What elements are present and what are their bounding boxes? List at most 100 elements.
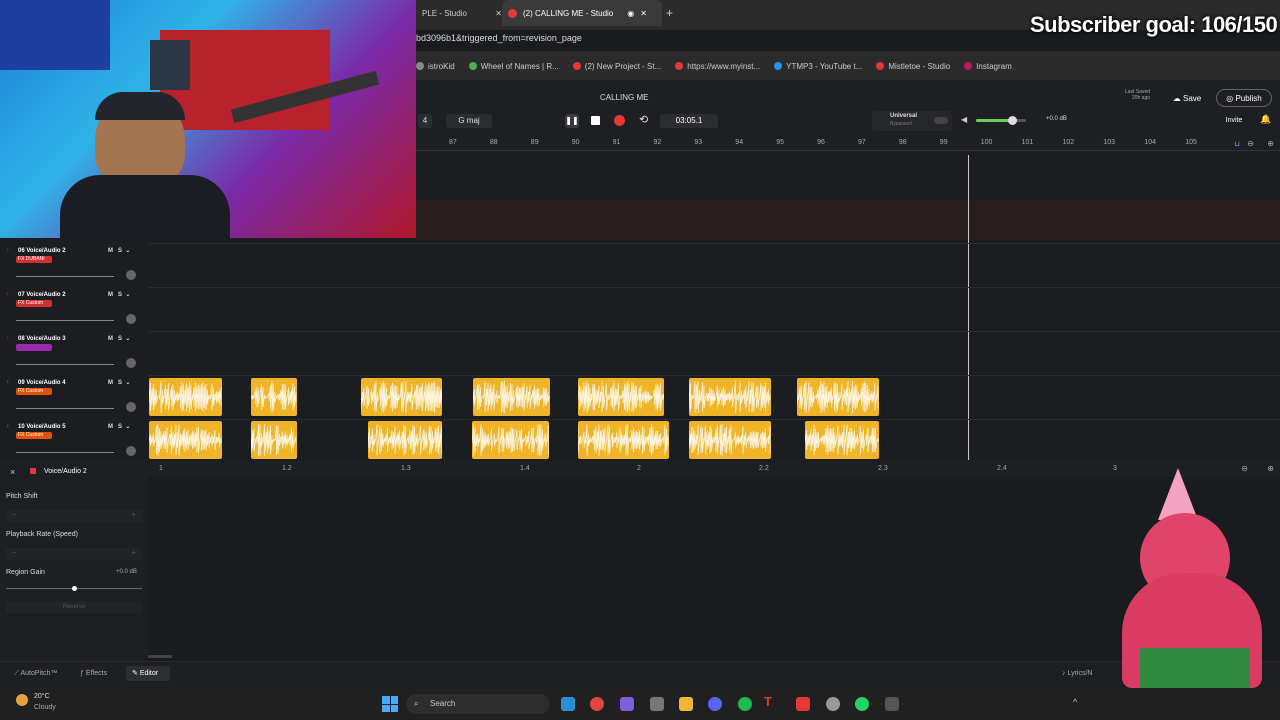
tab-editor[interactable]: ✎ Editor	[126, 666, 170, 681]
zoom-in-icon[interactable]: ⊕	[1267, 139, 1274, 148]
chevron-down-icon[interactable]: ⌄	[125, 336, 130, 342]
timeline-ruler[interactable]: ⊔ ⊖ ⊕ 87 88 89 90 91 92 93 94 95 96 97 98 99 100 101 10…	[416, 137, 1280, 151]
audio-clip[interactable]	[472, 421, 549, 459]
slider-thumb[interactable]	[72, 586, 77, 591]
whatsapp-icon[interactable]	[855, 697, 869, 711]
plugin-toggle[interactable]	[934, 117, 948, 124]
browser-tab[interactable]: PLE - Studio ✕	[416, 0, 508, 26]
stop-button[interactable]	[591, 116, 600, 125]
mute-solo-buttons[interactable]: M S ⌄	[108, 291, 130, 298]
plugin-slot[interactable]: Universal Bypassed	[872, 111, 952, 131]
audio-clip[interactable]	[578, 378, 664, 416]
chevron-down-icon[interactable]: ⌄	[125, 380, 130, 386]
bookmark-item[interactable]: YTMP3 - YouTube t...	[774, 62, 862, 71]
playhead[interactable]	[968, 155, 969, 460]
horizontal-scrollbar[interactable]	[148, 655, 172, 658]
solo-button[interactable]: S	[118, 248, 122, 254]
audio-clip[interactable]	[149, 378, 222, 416]
save-button[interactable]: ☁ Save	[1164, 89, 1210, 107]
audio-clip[interactable]	[251, 378, 297, 416]
text-app-icon[interactable]: T	[764, 694, 778, 709]
close-icon[interactable]: ×	[10, 467, 15, 477]
pause-button[interactable]: ❚❚	[565, 114, 579, 128]
solo-button[interactable]: S	[118, 424, 122, 430]
mute-solo-buttons[interactable]: M S ⌄	[108, 379, 130, 386]
bookmark-item[interactable]: (2) New Project - St...	[572, 62, 661, 71]
track-fx-badge[interactable]: FX Custom	[16, 388, 52, 395]
track-fx-badge[interactable]: FX Custom	[16, 432, 52, 439]
tray-chevron-up-icon[interactable]: ^	[1073, 697, 1077, 707]
audio-clip[interactable]	[368, 421, 442, 459]
bookmark-item[interactable]: Mistletoe - Studio	[876, 62, 950, 71]
chevron-down-icon[interactable]: ⌄	[125, 292, 130, 298]
bookmark-item[interactable]: istroKid	[416, 62, 455, 71]
mute-button[interactable]: M	[108, 424, 113, 430]
snap-icon[interactable]: ⊔	[1235, 140, 1240, 148]
audio-clip[interactable]	[805, 421, 879, 459]
audio-clip[interactable]	[361, 378, 442, 416]
taskbar-search[interactable]: ⌕ Search	[406, 694, 550, 714]
tab-close-icon[interactable]: ✕	[495, 9, 502, 18]
track-pan-knob[interactable]	[126, 270, 136, 280]
volume-thumb[interactable]	[1008, 116, 1017, 125]
mute-solo-buttons[interactable]: M S ⌄	[108, 247, 130, 254]
track-volume-slider[interactable]	[16, 364, 114, 365]
solo-button[interactable]: S	[118, 336, 122, 342]
settings-gear-icon[interactable]	[650, 697, 664, 711]
track-header[interactable]: ♪ 09 Voice/Audio 4 FX Custom M S ⌄	[0, 376, 148, 420]
bookmark-item[interactable]: Wheel of Names | R...	[468, 62, 559, 71]
mute-solo-buttons[interactable]: M S ⌄	[108, 335, 130, 342]
tab-close-icon[interactable]: ✕	[640, 9, 647, 18]
mute-button[interactable]: M	[108, 248, 113, 254]
plus-icon[interactable]: +	[131, 548, 136, 557]
spotify-icon[interactable]	[738, 697, 752, 711]
track-pan-knob[interactable]	[126, 314, 136, 324]
mute-button[interactable]: M	[108, 336, 113, 342]
copilot-icon[interactable]	[620, 697, 634, 711]
tab-autopitch[interactable]: ⟋ AutoPitch™	[14, 670, 57, 678]
chevron-down-icon[interactable]: ⌄	[125, 424, 130, 430]
audio-clip[interactable]	[689, 378, 771, 416]
file-explorer-icon[interactable]	[679, 697, 693, 711]
app-icon[interactable]	[885, 697, 899, 711]
solo-button[interactable]: S	[118, 380, 122, 386]
windows-start-icon[interactable]	[382, 696, 398, 712]
audio-clip[interactable]	[149, 421, 222, 459]
solo-button[interactable]: S	[118, 292, 122, 298]
tab-lyrics[interactable]: ♪ Lyrics/N	[1062, 670, 1092, 677]
invite-button[interactable]: Invite	[1218, 112, 1250, 128]
new-tab-button[interactable]: +	[666, 6, 673, 20]
track-fx-badge[interactable]: FX Custom	[16, 300, 52, 307]
browser-tab-active[interactable]: (2) CALLING ME - Studio ◉ ✕	[502, 0, 662, 26]
minus-icon[interactable]: −	[12, 510, 17, 519]
mute-solo-buttons[interactable]: M S ⌄	[108, 423, 130, 430]
pitch-shift-stepper[interactable]: − +	[6, 510, 142, 522]
playback-rate-stepper[interactable]: − +	[6, 548, 142, 560]
audio-clip[interactable]	[797, 378, 879, 416]
time-signature[interactable]: 4	[418, 114, 432, 128]
track-volume-slider[interactable]	[16, 408, 114, 409]
bookmark-item[interactable]: Instagram	[964, 62, 1012, 71]
loop-button[interactable]: ⟲	[639, 113, 648, 126]
chevron-down-icon[interactable]: ⌄	[125, 248, 130, 254]
discord-icon[interactable]	[708, 697, 722, 711]
track-header[interactable]: ♪ 08 Voice/Audio 3 M S ⌄	[0, 332, 148, 376]
track-pan-knob[interactable]	[126, 358, 136, 368]
chrome-icon[interactable]	[590, 697, 604, 711]
track-header[interactable]: ♪ 06 Voice/Audio 2 FX DUBANI M S ⌄	[0, 244, 148, 288]
tab-effects[interactable]: ƒ Effects	[80, 670, 107, 677]
edge-icon[interactable]	[561, 697, 575, 711]
reverse-button[interactable]: Reverse	[6, 601, 142, 613]
region-gain-slider[interactable]	[6, 586, 142, 591]
zoom-out-icon[interactable]: ⊖	[1247, 139, 1254, 148]
master-volume-slider[interactable]	[976, 116, 1026, 125]
track-header[interactable]: ♪ 10 Voice/Audio 5 FX Custom M S ⌄	[0, 420, 148, 464]
track-fx-badge[interactable]: FX DUBANI	[16, 256, 52, 263]
audio-clip[interactable]	[578, 421, 669, 459]
publish-button[interactable]: ◎ Publish	[1216, 89, 1272, 107]
speaker-icon[interactable]: ◀	[961, 115, 967, 124]
track-pan-knob[interactable]	[126, 446, 136, 456]
audio-clip[interactable]	[689, 421, 771, 459]
notification-bell-icon[interactable]: 🔔	[1260, 114, 1271, 125]
plus-icon[interactable]: +	[131, 510, 136, 519]
